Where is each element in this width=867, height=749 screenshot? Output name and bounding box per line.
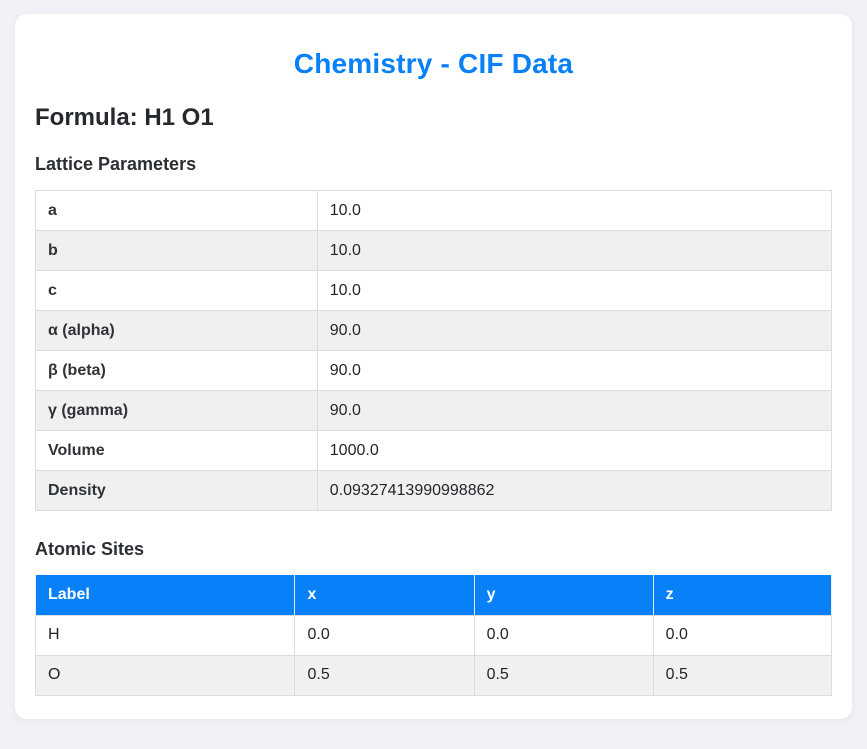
- cif-data-card: Chemistry - CIF Data Formula: H1 O1 Latt…: [15, 14, 852, 719]
- lattice-param-value: 90.0: [317, 311, 831, 351]
- atomic-sites-table: Label x y z H 0.0 0.0 0.0 O 0.5 0.5 0.5: [35, 575, 832, 696]
- table-row: β (beta) 90.0: [36, 351, 832, 391]
- page-title: Chemistry - CIF Data: [35, 48, 832, 80]
- column-header-label: Label: [36, 575, 295, 615]
- site-x: 0.5: [295, 655, 474, 695]
- lattice-param-name: Volume: [36, 431, 318, 471]
- lattice-param-value: 10.0: [317, 271, 831, 311]
- lattice-param-name: b: [36, 231, 318, 271]
- formula-heading: Formula: H1 O1: [35, 104, 832, 132]
- lattice-parameters-heading: Lattice Parameters: [35, 154, 832, 175]
- site-label: H: [36, 615, 295, 655]
- lattice-param-value: 0.09327413990998862: [317, 471, 831, 511]
- table-row: b 10.0: [36, 231, 832, 271]
- lattice-param-value: 1000.0: [317, 431, 831, 471]
- table-row: a 10.0: [36, 191, 832, 231]
- lattice-parameters-table: a 10.0 b 10.0 c 10.0 α (alpha) 90.0 β (b…: [35, 190, 832, 511]
- atomic-sites-heading: Atomic Sites: [35, 539, 832, 560]
- lattice-param-name: β (beta): [36, 351, 318, 391]
- lattice-param-name: Density: [36, 471, 318, 511]
- site-z: 0.5: [653, 655, 831, 695]
- table-row: Density 0.09327413990998862: [36, 471, 832, 511]
- lattice-param-name: a: [36, 191, 318, 231]
- lattice-param-value: 10.0: [317, 191, 831, 231]
- site-x: 0.0: [295, 615, 474, 655]
- column-header-x: x: [295, 575, 474, 615]
- table-row: γ (gamma) 90.0: [36, 391, 832, 431]
- lattice-param-value: 10.0: [317, 231, 831, 271]
- site-label: O: [36, 655, 295, 695]
- lattice-param-value: 90.0: [317, 351, 831, 391]
- lattice-param-name: c: [36, 271, 318, 311]
- table-row: Volume 1000.0: [36, 431, 832, 471]
- lattice-param-value: 90.0: [317, 391, 831, 431]
- site-y: 0.5: [474, 655, 653, 695]
- table-row: O 0.5 0.5 0.5: [36, 655, 832, 695]
- column-header-y: y: [474, 575, 653, 615]
- column-header-z: z: [653, 575, 831, 615]
- lattice-param-name: γ (gamma): [36, 391, 318, 431]
- table-row: c 10.0: [36, 271, 832, 311]
- site-z: 0.0: [653, 615, 831, 655]
- table-header-row: Label x y z: [36, 575, 832, 615]
- site-y: 0.0: [474, 615, 653, 655]
- table-row: α (alpha) 90.0: [36, 311, 832, 351]
- table-row: H 0.0 0.0 0.0: [36, 615, 832, 655]
- lattice-param-name: α (alpha): [36, 311, 318, 351]
